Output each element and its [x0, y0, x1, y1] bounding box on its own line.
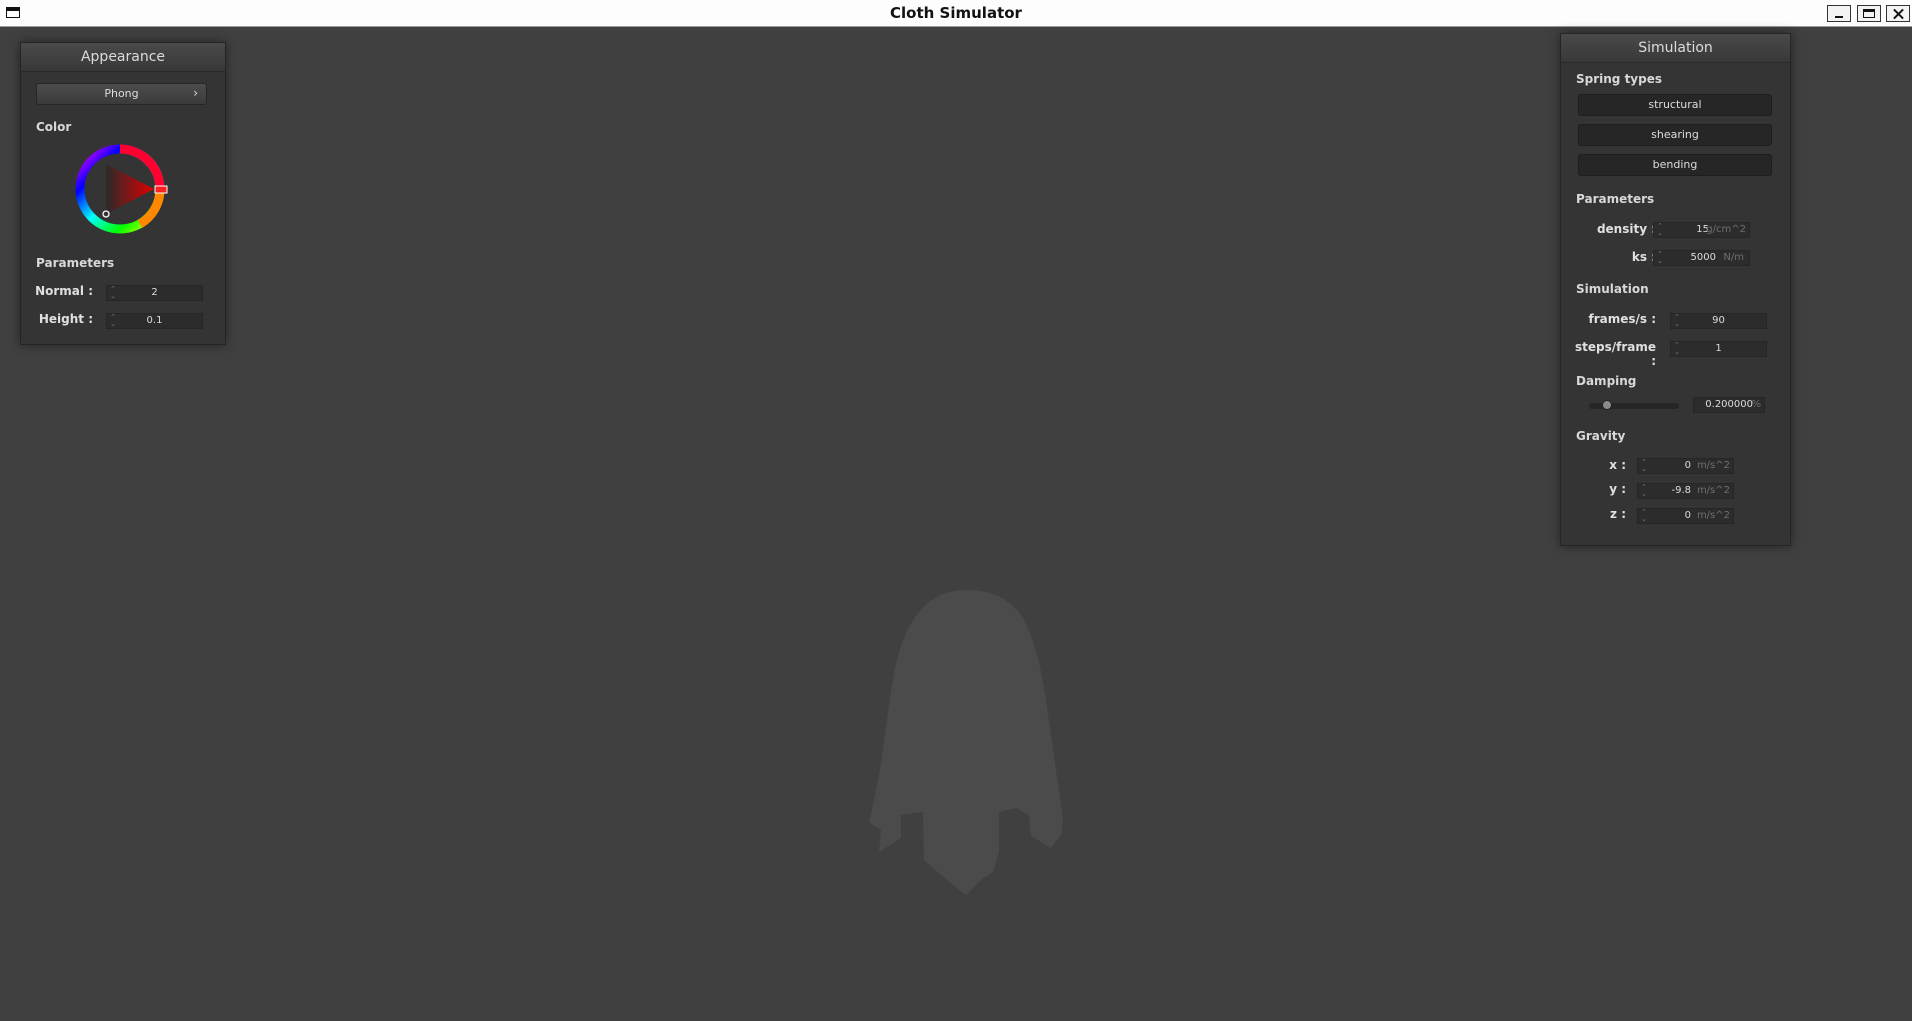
fps-input[interactable]: ⌃ ⌄ 90 [1670, 313, 1767, 329]
steps-input[interactable]: ⌃ ⌄ 1 [1670, 341, 1767, 357]
shading-mode-label: Phong [104, 87, 139, 100]
gravity-z-input[interactable]: ⌃ ⌄ 0 m/s^2 [1637, 508, 1734, 524]
height-value: 0.1 [146, 315, 163, 326]
height-label: Height : [38, 312, 93, 326]
spinner-icon[interactable]: ⌃ ⌄ [1641, 509, 1647, 523]
spinner-icon[interactable]: ⌃ ⌄ [1657, 223, 1663, 237]
gravity-y-unit: m/s^2 [1696, 485, 1730, 496]
gravity-y-label: y : [1609, 482, 1626, 496]
fps-value: 90 [1712, 315, 1725, 326]
maximize-button[interactable] [1857, 5, 1881, 22]
ks-label: ks : [1631, 250, 1656, 264]
appearance-header[interactable]: Appearance [21, 43, 225, 72]
spinner-icon[interactable]: ⌃ ⌄ [1641, 484, 1647, 498]
damping-value: 0.200000 [1705, 399, 1753, 410]
spring-types-label: Spring types [1576, 72, 1663, 86]
appearance-panel: Appearance Phong › Color Parameters Norm… [20, 42, 226, 345]
steps-value: 1 [1715, 343, 1722, 354]
spinner-icon[interactable]: ⌃ ⌄ [1657, 251, 1663, 265]
shading-mode-dropdown[interactable]: Phong › [36, 83, 207, 105]
normal-value: 2 [151, 287, 158, 298]
gravity-y-input[interactable]: ⌃ ⌄ -9.8 m/s^2 [1637, 483, 1734, 499]
height-input[interactable]: ⌃ ⌄ 0.1 [106, 313, 203, 329]
damping-slider[interactable] [1589, 400, 1679, 410]
window-titlebar: Cloth Simulator [0, 0, 1912, 27]
bending-button[interactable]: bending [1578, 154, 1772, 176]
simulation-panel: Simulation Spring types structural shear… [1560, 33, 1791, 546]
ks-unit: N/m [1723, 252, 1744, 263]
gravity-z-label: z : [1610, 507, 1626, 521]
gravity-x-unit: m/s^2 [1696, 460, 1730, 471]
gravity-z-unit: m/s^2 [1696, 510, 1730, 521]
damping-input[interactable]: 0.200000 % [1693, 397, 1765, 413]
steps-label: steps/frame : [1574, 340, 1656, 368]
spinner-icon[interactable]: ⌃ ⌄ [1641, 459, 1647, 473]
fps-label: frames/s : [1588, 312, 1656, 326]
damping-label: Damping [1576, 374, 1637, 388]
close-button[interactable] [1886, 5, 1910, 22]
normal-label: Normal : [35, 284, 93, 298]
gravity-z-value: 0 [1684, 510, 1691, 521]
color-wheel[interactable] [75, 144, 171, 240]
cloth-mesh [869, 590, 1063, 895]
density-unit: g/cm^2 [1706, 224, 1746, 235]
gravity-x-label: x : [1609, 458, 1626, 472]
ks-value: 5000 [1690, 252, 1716, 263]
appearance-parameters-label: Parameters [36, 256, 115, 270]
structural-button[interactable]: structural [1578, 94, 1772, 116]
gravity-x-value: 0 [1684, 460, 1691, 471]
normal-input[interactable]: ⌃ ⌄ 2 [106, 285, 203, 301]
simulation-header[interactable]: Simulation [1561, 34, 1790, 63]
window-title: Cloth Simulator [890, 4, 1022, 22]
chevron-right-icon: › [193, 86, 198, 100]
simulation-parameters-label: Parameters [1576, 192, 1655, 206]
simulation-section-label: Simulation [1576, 282, 1649, 296]
shearing-button[interactable]: shearing [1578, 124, 1772, 146]
damping-slider-knob[interactable] [1602, 400, 1612, 410]
color-section-label: Color [36, 120, 72, 134]
ks-input[interactable]: ⌃ ⌄ 5000 N/m [1653, 250, 1750, 266]
gravity-label: Gravity [1576, 429, 1626, 443]
damping-unit: % [1751, 399, 1761, 410]
gravity-y-value: -9.8 [1671, 485, 1691, 496]
density-input[interactable]: ⌃ ⌄ 15 g/cm^2 [1653, 222, 1750, 238]
density-label: density : [1596, 222, 1656, 236]
minimize-button[interactable] [1827, 5, 1851, 22]
gravity-x-input[interactable]: ⌃ ⌄ 0 m/s^2 [1637, 458, 1734, 474]
